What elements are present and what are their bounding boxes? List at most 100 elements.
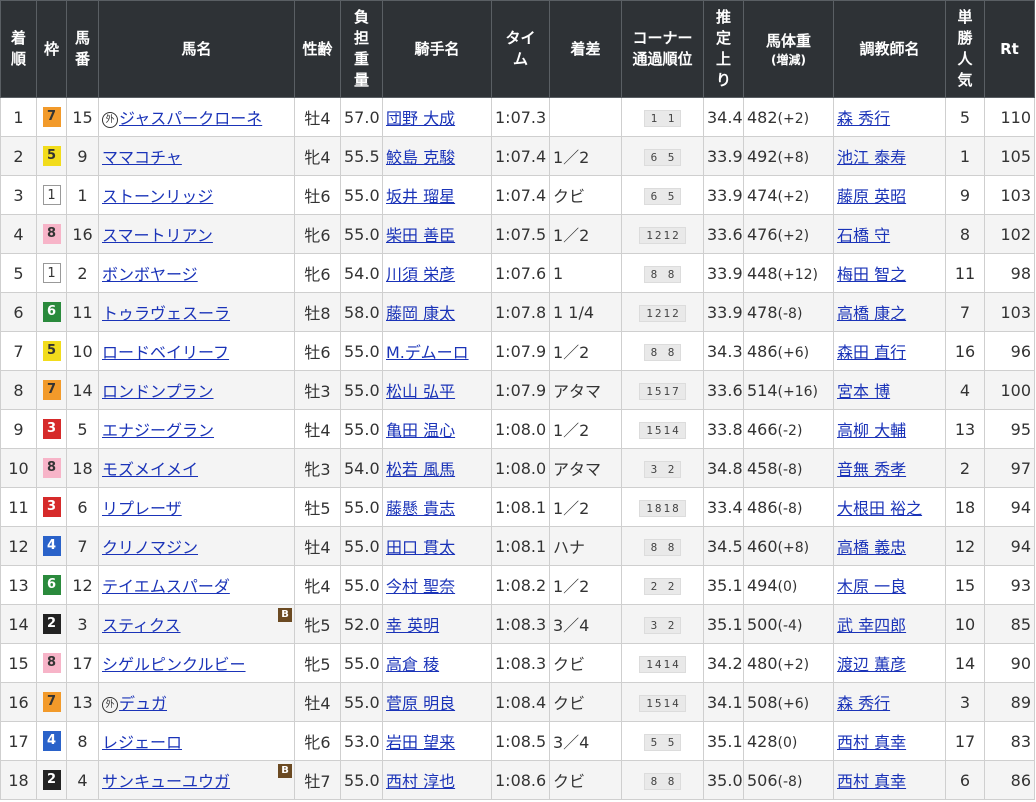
- jockey-link[interactable]: 柴田 善臣: [386, 226, 455, 245]
- jockey-link[interactable]: 藤岡 康太: [386, 304, 455, 323]
- body-weight-change: (0): [777, 578, 798, 595]
- trainer-link[interactable]: 池江 泰寿: [837, 148, 906, 167]
- sex-age-cell: 牡5: [294, 487, 341, 527]
- trainer-link[interactable]: 大根田 裕之: [837, 499, 922, 518]
- rank-cell: 14: [0, 604, 37, 644]
- horse-name-link[interactable]: テイエムスパーダ: [102, 577, 230, 596]
- waku-cell: 2: [36, 760, 67, 800]
- jockey-link[interactable]: 松若 風馬: [386, 460, 455, 479]
- trainer-link[interactable]: 森田 直行: [837, 343, 906, 362]
- sex-age-cell: 牝6: [294, 214, 341, 254]
- horse-name-link[interactable]: サンキューユウガ: [102, 772, 230, 791]
- time-cell: 1:08.1: [491, 526, 550, 566]
- table-row: 13 6 12 テイエムスパーダ 牝4 55.0 今村 聖奈 1:08.2 1／2 2 2 35.1…: [0, 565, 1035, 605]
- rating-cell: 110: [984, 97, 1035, 137]
- header-last3f: 推定上り: [703, 0, 744, 98]
- popularity-cell: 15: [945, 565, 985, 605]
- horse-name-link[interactable]: スマートリアン: [102, 226, 213, 245]
- sex-age-cell: 牡8: [294, 292, 341, 332]
- trainer-cell: 高柳 大輔: [833, 409, 946, 449]
- body-weight: 460: [747, 536, 778, 556]
- foreign-bred-icon: 外: [102, 111, 118, 128]
- corner-position: 6 5: [643, 149, 682, 166]
- waku-badge: 1: [42, 185, 61, 206]
- header-time: タイム: [491, 0, 550, 98]
- trainer-link[interactable]: 高柳 大輔: [837, 421, 906, 440]
- jockey-link[interactable]: 田口 貫太: [386, 538, 455, 557]
- corner-position: 8 8: [643, 266, 682, 283]
- jockey-link[interactable]: 西村 淳也: [386, 772, 455, 791]
- horse-name-link[interactable]: ロンドンプラン: [102, 382, 214, 401]
- time-cell: 1:08.4: [491, 682, 550, 722]
- horse-name-link[interactable]: モズメイメイ: [102, 460, 198, 479]
- body-weight: 486: [747, 497, 778, 517]
- trainer-link[interactable]: 木原 一良: [837, 577, 906, 596]
- trainer-link[interactable]: 武 幸四郎: [837, 616, 906, 635]
- jockey-link[interactable]: 岩田 望来: [386, 733, 455, 752]
- trainer-link[interactable]: 石橋 守: [837, 226, 890, 245]
- jockey-link[interactable]: 団野 大成: [386, 109, 455, 128]
- horse-number-cell: 11: [66, 292, 99, 332]
- jockey-link[interactable]: 菅原 明良: [386, 694, 455, 713]
- horse-name-link[interactable]: スティクス: [102, 616, 181, 635]
- horse-name-link[interactable]: ママコチャ: [102, 148, 182, 167]
- horse-name-link[interactable]: リプレーザ: [102, 499, 182, 518]
- rank-cell: 2: [0, 136, 37, 176]
- jockey-cell: 幸 英明: [382, 604, 492, 644]
- jockey-link[interactable]: 坂井 瑠星: [386, 187, 455, 206]
- trainer-link[interactable]: 森 秀行: [837, 694, 890, 713]
- horse-name-link[interactable]: ロードベイリーフ: [102, 343, 229, 362]
- body-weight-change: (0): [777, 734, 798, 751]
- trainer-cell: 武 幸四郎: [833, 604, 946, 644]
- corner-position: 5 5: [643, 734, 682, 751]
- rank-cell: 16: [0, 682, 37, 722]
- trainer-link[interactable]: 高橋 康之: [837, 304, 906, 323]
- horse-name-link[interactable]: シゲルピンクルビー: [102, 655, 246, 674]
- jockey-link[interactable]: 川須 栄彦: [386, 265, 455, 284]
- waku-badge: 4: [42, 731, 61, 752]
- trainer-link[interactable]: 宮本 博: [837, 382, 890, 401]
- jockey-link[interactable]: 亀田 温心: [386, 421, 455, 440]
- horse-name-link[interactable]: エナジーグラン: [102, 421, 214, 440]
- rating-cell: 98: [984, 253, 1035, 293]
- trainer-link[interactable]: 音無 秀孝: [837, 460, 906, 479]
- corner-cell: 8 8: [621, 526, 704, 566]
- jockey-link[interactable]: 今村 聖奈: [386, 577, 455, 596]
- time-cell: 1:08.0: [491, 448, 550, 488]
- jockey-cell: 柴田 善臣: [382, 214, 492, 254]
- trainer-link[interactable]: 森 秀行: [837, 109, 890, 128]
- jockey-link[interactable]: 鮫島 克駿: [386, 148, 455, 167]
- table-row: 9 3 5 エナジーグラン 牡4 55.0 亀田 温心 1:08.0 1／2 1514 33.8 46…: [0, 409, 1035, 449]
- trainer-link[interactable]: 藤原 英昭: [837, 187, 906, 206]
- corner-cell: 1212: [621, 292, 704, 332]
- trainer-link[interactable]: 渡辺 薫彦: [837, 655, 906, 674]
- weight-cell: 53.0: [340, 721, 383, 761]
- waku-badge: 8: [42, 224, 61, 245]
- trainer-link[interactable]: 西村 真幸: [837, 733, 906, 752]
- margin-cell: 1／2: [549, 487, 622, 527]
- body-weight: 466: [747, 419, 778, 439]
- horse-name-link[interactable]: クリノマジン: [102, 538, 198, 557]
- jockey-link[interactable]: 幸 英明: [386, 616, 439, 635]
- rank-cell: 4: [0, 214, 37, 254]
- trainer-link[interactable]: 西村 真幸: [837, 772, 906, 791]
- horse-name-link[interactable]: ストーンリッジ: [102, 187, 213, 206]
- jockey-link[interactable]: 松山 弘平: [386, 382, 455, 401]
- margin-cell: 1／2: [549, 214, 622, 254]
- horse-name-link[interactable]: レジェーロ: [102, 733, 182, 752]
- waku-cell: 7: [36, 370, 67, 410]
- horse-name-link[interactable]: デュガ: [119, 694, 167, 713]
- jockey-link[interactable]: 藤懸 貴志: [386, 499, 455, 518]
- horse-name-link[interactable]: ジャスパークローネ: [119, 109, 262, 128]
- jockey-link[interactable]: M.デムーロ: [386, 343, 469, 362]
- time-cell: 1:07.3: [491, 97, 550, 137]
- trainer-link[interactable]: 梅田 智之: [837, 265, 906, 284]
- sex-age-cell: 牡4: [294, 682, 341, 722]
- body-weight: 506: [747, 770, 778, 790]
- trainer-link[interactable]: 高橋 義忠: [837, 538, 906, 557]
- jockey-link[interactable]: 高倉 稜: [386, 655, 439, 674]
- corner-cell: 8 8: [621, 760, 704, 800]
- horse-name-link[interactable]: トゥラヴェスーラ: [102, 304, 230, 323]
- horse-name-link[interactable]: ボンボヤージ: [102, 265, 198, 284]
- last3f-cell: 33.6: [703, 370, 744, 410]
